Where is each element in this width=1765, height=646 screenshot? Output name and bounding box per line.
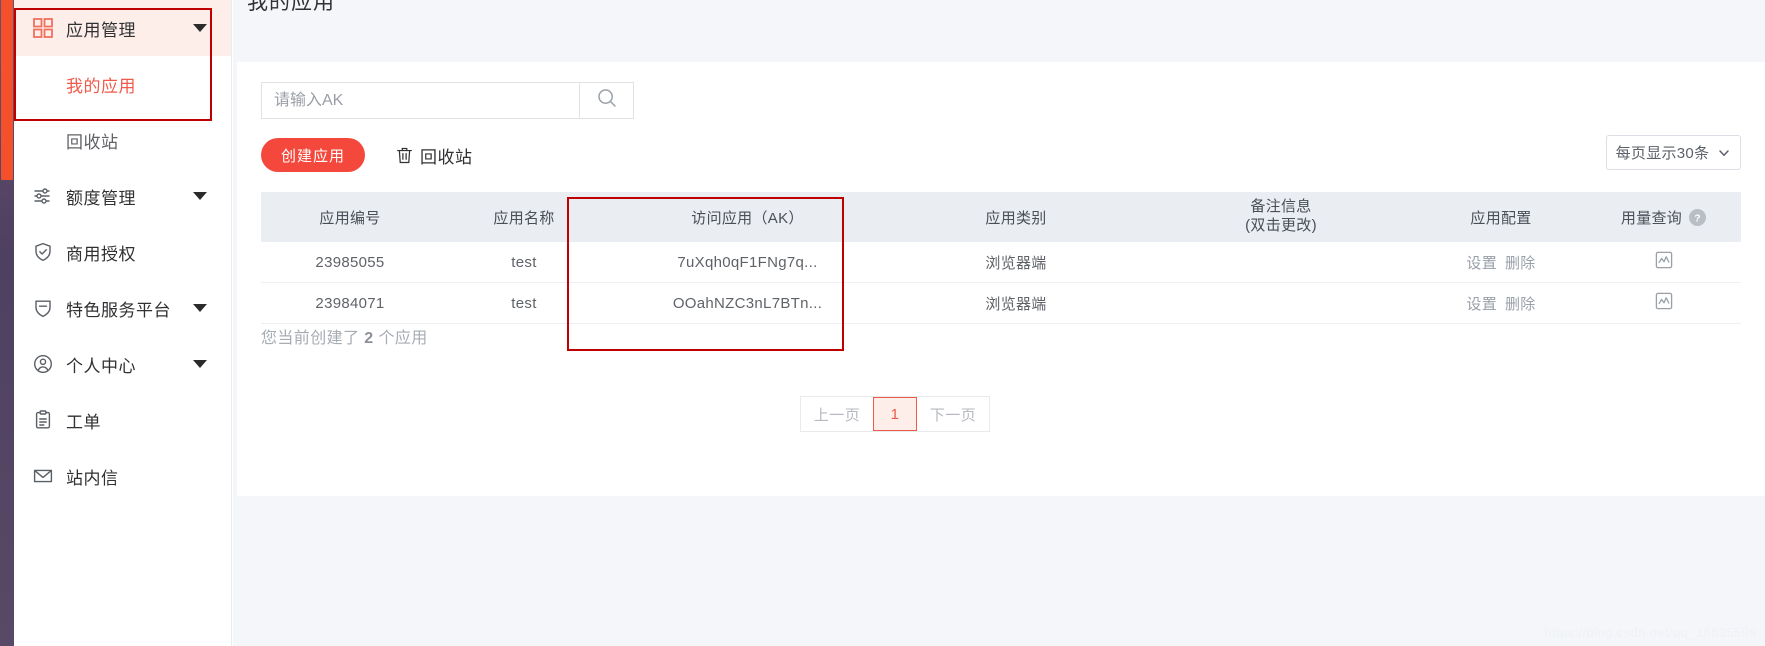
trash-icon [395,146,414,165]
sidebar-item-my-apps[interactable]: 我的应用 [14,56,231,112]
header-app-config: 应用配置 [1416,207,1586,228]
cell-app-id: 23984071 [261,295,439,312]
table-header-row: 应用编号 应用名称 访问应用（AK） 应用类别 备注信息 (双击更改) 应用配置… [261,192,1741,242]
svg-text:?: ? [1694,213,1701,224]
app-count-suffix: 个应用 [378,330,427,347]
envelope-icon [32,465,54,487]
cell-app-type: 浏览器端 [886,252,1146,273]
header-app-note: 备注信息 (双击更改) [1146,198,1416,236]
watermark: https://blog.csdn.net/qq_18835599 [1544,625,1757,640]
sidebar-item-label: 特色服务平台 [66,296,171,321]
grid-apps-icon [32,17,54,39]
user-circle-icon [32,353,54,375]
sidebar-item-label: 我的应用 [66,72,136,97]
page-size-select[interactable]: 每页显示30条 [1606,135,1741,170]
pagination-prev[interactable]: 上一页 [801,397,873,431]
shield-check-icon [32,241,54,263]
cell-app-name: test [439,295,609,312]
chart-line-icon[interactable] [1654,250,1674,270]
sidebar: 应用管理 我的应用 回收站 额度管理 [14,0,232,646]
pagination: 上一页 1 下一页 [800,396,990,432]
sidebar-item-commercial-license[interactable]: 商用授权 [14,224,231,280]
page-scrollbar-track[interactable] [0,0,14,646]
cell-app-type: 浏览器端 [886,293,1146,314]
cell-app-id: 23985055 [261,254,439,271]
sidebar-item-personal-center[interactable]: 个人中心 [14,336,231,392]
sidebar-item-label: 个人中心 [66,352,136,377]
sidebar-item-inbox[interactable]: 站内信 [14,448,231,504]
page-size-label: 每页显示30条 [1616,142,1710,163]
cell-usage-query [1586,250,1741,274]
sidebar-item-work-order[interactable]: 工单 [14,392,231,448]
recycle-bin-button[interactable]: 回收站 [395,143,473,168]
cell-app-ak: OOahNZC3nL7BTn... [609,295,886,312]
header-app-type: 应用类别 [886,207,1146,228]
main-content: 我的应用 创建应用 [233,0,1765,646]
sliders-icon [32,185,54,207]
app-count-value: 2 [364,330,373,347]
sidebar-item-recycle-bin[interactable]: 回收站 [14,112,231,168]
header-app-ak: 访问应用（AK） [609,207,886,228]
search-icon [595,86,619,115]
action-bar: 创建应用 回收站 [261,138,473,172]
pagination-next[interactable]: 下一页 [917,397,989,431]
header-usage-query: 用量查询 ? [1586,207,1741,228]
chevron-down-icon [193,24,207,32]
sidebar-item-app-management[interactable]: 应用管理 [14,0,231,56]
shield-minus-icon [32,297,54,319]
chevron-down-icon [193,360,207,368]
sidebar-item-label: 回收站 [66,128,119,153]
app-root: 应用管理 我的应用 回收站 额度管理 [0,0,1765,646]
settings-link[interactable]: 设置 [1466,255,1497,272]
apps-card: 创建应用 回收站 每页显示30条 [237,62,1765,496]
cell-app-config: 设置删除 [1416,293,1586,314]
cell-app-ak: 7uXqh0qF1FNg7q... [609,254,886,271]
chart-line-icon[interactable] [1654,291,1674,311]
page-title: 我的应用 [247,0,335,16]
clipboard-icon [32,409,54,431]
pagination-page-1[interactable]: 1 [873,397,917,431]
cell-app-name: test [439,254,609,271]
sidebar-item-quota-management[interactable]: 额度管理 [14,168,231,224]
page-scrollbar-thumb[interactable] [1,0,13,180]
search-input[interactable] [261,82,579,119]
header-app-name: 应用名称 [439,207,609,228]
app-count-prefix: 您当前创建了 [261,330,359,347]
create-app-button[interactable]: 创建应用 [261,138,365,172]
sidebar-item-featured-service-platform[interactable]: 特色服务平台 [14,280,231,336]
recycle-bin-label: 回收站 [420,143,473,168]
table-row[interactable]: 23984071 test OOahNZC3nL7BTn... 浏览器端 设置删… [261,283,1741,324]
app-count-summary: 您当前创建了 2 个应用 [261,324,428,348]
search-bar [261,82,634,119]
apps-table: 应用编号 应用名称 访问应用（AK） 应用类别 备注信息 (双击更改) 应用配置… [261,192,1741,324]
header-app-note-line2: (双击更改) [1146,217,1416,236]
chevron-down-icon [1717,146,1731,160]
cell-usage-query [1586,291,1741,315]
sidebar-item-label: 工单 [66,408,101,433]
settings-link[interactable]: 设置 [1466,296,1497,313]
header-app-note-line1: 备注信息 [1146,198,1416,217]
sidebar-item-label: 额度管理 [66,184,136,209]
delete-link[interactable]: 删除 [1505,296,1536,313]
help-circle-icon[interactable]: ? [1689,209,1706,226]
header-app-id: 应用编号 [261,207,439,228]
chevron-down-icon [193,304,207,312]
sidebar-item-label: 应用管理 [66,16,136,41]
sidebar-item-label: 站内信 [66,464,119,489]
table-row[interactable]: 23985055 test 7uXqh0qF1FNg7q... 浏览器端 设置删… [261,242,1741,283]
chevron-down-icon [193,192,207,200]
sidebar-item-label: 商用授权 [66,240,136,265]
search-button[interactable] [579,82,634,119]
header-usage-query-label: 用量查询 [1621,207,1682,228]
delete-link[interactable]: 删除 [1505,255,1536,272]
cell-app-config: 设置删除 [1416,252,1586,273]
